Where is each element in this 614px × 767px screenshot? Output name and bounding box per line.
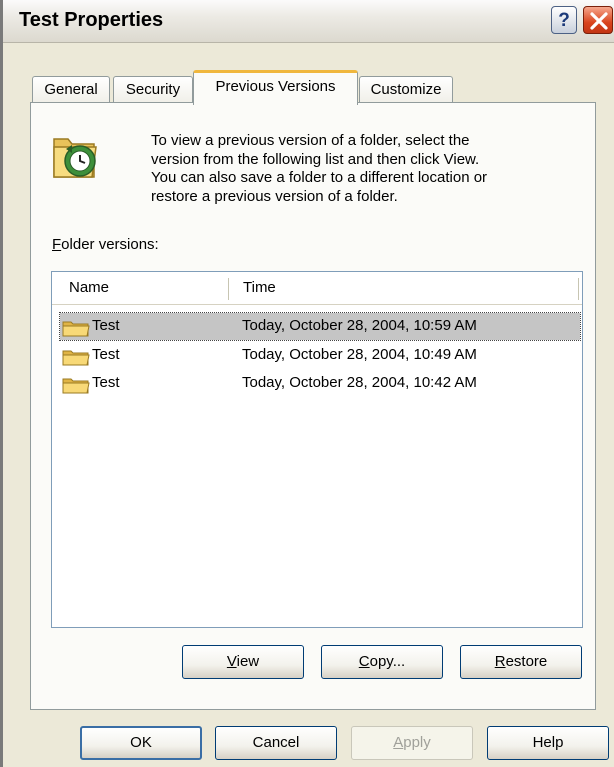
version-row[interactable]: Test Today, October 28, 2004, 10:42 AM <box>60 370 580 397</box>
restore-hotkey: R <box>494 653 506 670</box>
folder-versions-label: Folder versions: <box>52 236 159 253</box>
version-time: Today, October 28, 2004, 10:49 AM <box>242 346 477 363</box>
tab-previous-versions-label: Previous Versions <box>215 78 336 95</box>
tab-customize[interactable]: Customize <box>359 76 453 103</box>
version-name: Test <box>92 346 120 363</box>
version-name: Test <box>92 317 120 334</box>
folder-versions-label-text: older versions: <box>61 236 159 253</box>
tab-general-label: General <box>44 81 98 98</box>
folder-icon <box>62 376 90 398</box>
description-line: To view a previous version of a folder, … <box>151 132 470 149</box>
view-button[interactable]: View <box>182 645 304 679</box>
tab-customize-label: Customize <box>370 81 442 98</box>
folder-icon <box>62 319 90 341</box>
view-hotkey: V <box>226 653 237 670</box>
column-separator[interactable] <box>228 278 229 300</box>
apply-button-label: pply <box>403 734 431 751</box>
cancel-button[interactable]: Cancel <box>215 726 337 760</box>
ok-button[interactable]: OK <box>80 726 202 760</box>
view-button-label: iew <box>236 653 260 670</box>
version-row[interactable]: Test Today, October 28, 2004, 10:49 AM <box>60 342 580 369</box>
tab-security-label: Security <box>125 81 181 98</box>
description-text: To view a previous version of a folder, … <box>151 132 571 206</box>
copy-button[interactable]: Copy... <box>321 645 443 679</box>
restore-button-label: estore <box>505 653 548 670</box>
version-time: Today, October 28, 2004, 10:59 AM <box>242 317 477 334</box>
version-time: Today, October 28, 2004, 10:42 AM <box>242 374 477 391</box>
folder-versions-hotkey: F <box>52 236 62 253</box>
folder-icon <box>62 348 90 370</box>
apply-hotkey: A <box>393 734 404 751</box>
description-line: You can also save a folder to a differen… <box>151 169 488 186</box>
folder-restore-icon <box>50 125 106 190</box>
copy-hotkey: C <box>358 653 370 670</box>
description-line: version from the following list and then… <box>151 150 480 168</box>
list-header: Name Time <box>52 272 582 305</box>
window-title: Test Properties <box>19 9 164 31</box>
title-bar[interactable]: Test Properties ? <box>3 0 614 43</box>
column-header-name[interactable]: Name <box>69 272 109 304</box>
tab-previous-versions[interactable]: Previous Versions <box>193 70 358 105</box>
properties-dialog: Test Properties ? General Security Previ… <box>0 0 614 767</box>
restore-button[interactable]: Restore <box>460 645 582 679</box>
versions-list[interactable]: Name Time Test Today, October 28, 2004, … <box>51 271 583 628</box>
column-header-time[interactable]: Time <box>243 272 276 304</box>
description-line: restore a previous version of a folder. <box>151 187 398 205</box>
apply-button[interactable]: Apply <box>351 726 473 760</box>
close-icon[interactable] <box>583 6 613 34</box>
help-icon[interactable]: ? <box>551 6 577 34</box>
copy-button-label: opy... <box>369 653 406 670</box>
version-row[interactable]: Test Today, October 28, 2004, 10:59 AM <box>59 312 581 341</box>
help-button[interactable]: Help <box>487 726 609 760</box>
version-name: Test <box>92 374 120 391</box>
tab-security[interactable]: Security <box>113 76 193 103</box>
tab-general[interactable]: General <box>32 76 110 103</box>
column-separator[interactable] <box>578 278 579 300</box>
